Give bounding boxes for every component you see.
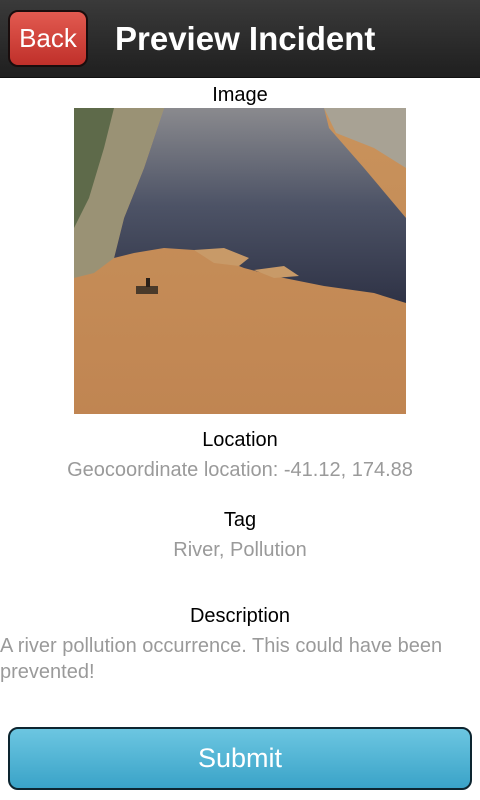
submit-button[interactable]: Submit (8, 727, 472, 790)
image-label: Image (212, 84, 268, 106)
description-label: Description (189, 605, 291, 627)
tag-label: Tag (223, 509, 257, 531)
preview-incident-screen: Back Preview Incident Image Location Geo… (0, 0, 480, 800)
back-button[interactable]: Back (8, 10, 88, 67)
tag-value: River, Pollution (173, 539, 307, 561)
description-value: A river pollution occurrence. This could… (0, 635, 443, 683)
incident-photo (74, 108, 406, 414)
page-title: Preview Incident (115, 20, 376, 57)
location-label: Location (202, 429, 278, 451)
header-bar: Back Preview Incident (0, 0, 480, 78)
location-value: Geocoordinate location: -41.12, 174.88 (67, 459, 413, 481)
